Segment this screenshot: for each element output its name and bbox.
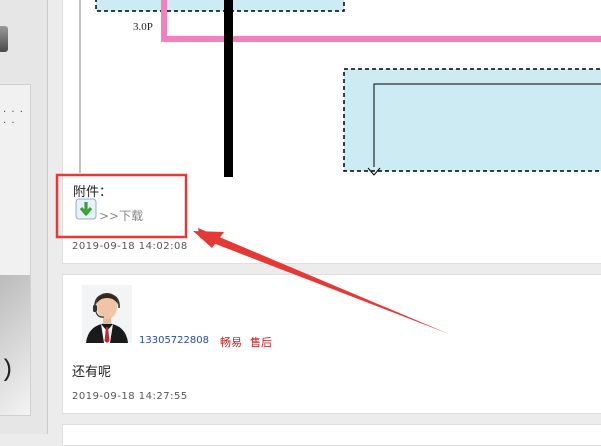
reply-username[interactable]: 13305722808 [139, 335, 209, 346]
forum-post: 3.0P 附件： >>下载 2019-09-18 14:02:08 [62, 0, 601, 264]
reply-post: 13305722808 畅易 售后 还有呢 2019-09-18 14:27:5… [62, 274, 601, 414]
post-timestamp: 2019-09-18 14:02:08 [72, 241, 188, 252]
download-link[interactable]: >>下载 [99, 207, 143, 224]
sidebar-image [0, 275, 30, 415]
diagram-top-box [95, 0, 345, 12]
sidebar-button[interactable] [0, 26, 8, 52]
sidebar-panel: · · · · · ) [0, 84, 31, 416]
reply-role: 售后 [250, 336, 272, 349]
diagram-black-bar [224, 0, 233, 177]
left-sidebar: · · · · · ) [0, 0, 48, 434]
sidebar-digit: ) [0, 357, 15, 384]
reply-content: 还有呢 [72, 365, 112, 380]
next-post [62, 424, 601, 446]
reply-nickname: 畅易 [220, 336, 242, 349]
reply-timestamp: 2019-09-18 14:27:55 [72, 391, 188, 402]
image-label: 3.0P [133, 21, 153, 33]
user-avatar-icon [82, 285, 132, 343]
download-arrow-icon[interactable] [75, 198, 97, 220]
sidebar-dots: · · · · · [3, 107, 24, 129]
